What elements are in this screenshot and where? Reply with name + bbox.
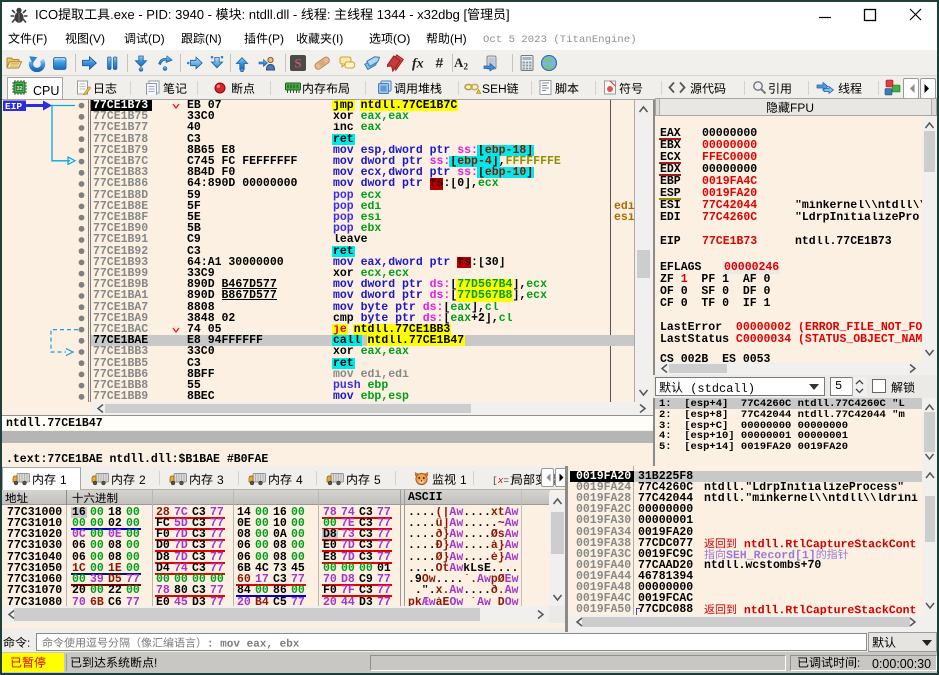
- svg-text:#: #: [436, 55, 444, 71]
- svg-text:2: 2: [464, 62, 469, 72]
- svg-text:EIP: EIP: [5, 101, 22, 112]
- svg-text:fx: fx: [412, 57, 424, 72]
- svg-text:32: 32: [16, 86, 22, 92]
- svg-text:S: S: [294, 56, 301, 71]
- svg-text:A: A: [454, 55, 464, 70]
